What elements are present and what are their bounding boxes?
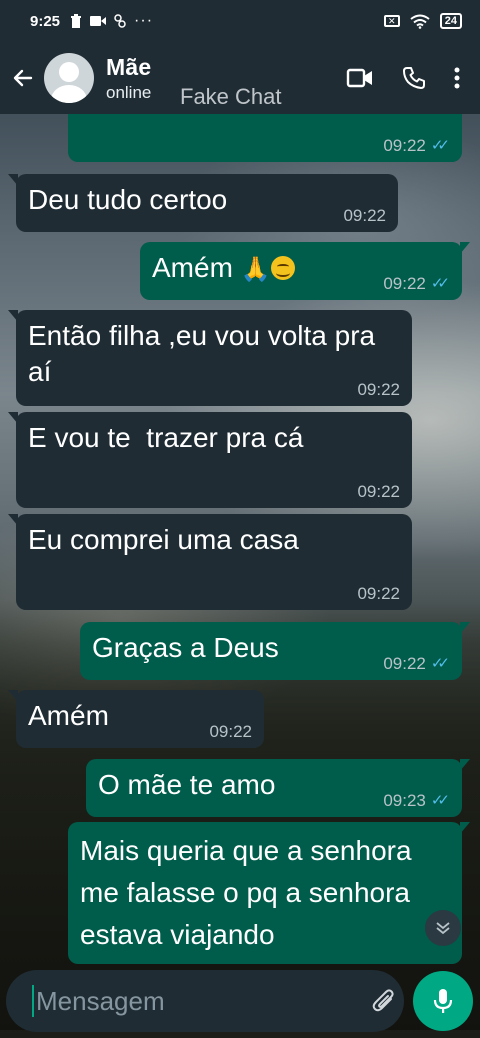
phone-icon[interactable] bbox=[402, 66, 426, 90]
avatar-head-shape bbox=[59, 62, 79, 82]
read-ticks-icon: ✓✓ bbox=[430, 792, 450, 809]
message-time: 09:23 bbox=[383, 791, 426, 810]
message-time: 09:22 bbox=[357, 584, 400, 603]
message-outgoing[interactable]: 09:22 ✓✓ bbox=[68, 114, 470, 162]
message-time: 09:22 bbox=[209, 722, 252, 741]
message-time: 09:22 bbox=[383, 654, 426, 673]
more-notifications-icon: ··· bbox=[134, 12, 154, 29]
status-notification-icons: ··· bbox=[70, 12, 153, 30]
read-ticks-icon: ✓✓ bbox=[430, 655, 450, 672]
video-camera-icon bbox=[90, 16, 107, 26]
message-composer bbox=[6, 970, 440, 1032]
sim-off-icon: ✕ bbox=[383, 15, 400, 27]
message-incoming[interactable]: Amém 09:22 bbox=[8, 690, 264, 748]
back-button[interactable] bbox=[2, 53, 44, 103]
message-text: Deu tudo certoo bbox=[28, 184, 228, 215]
contact-name: Mãe bbox=[106, 53, 152, 80]
paperclip-icon[interactable] bbox=[371, 988, 397, 1014]
microphone-icon bbox=[433, 989, 453, 1013]
message-time: 09:22 bbox=[383, 274, 426, 293]
message-incoming[interactable]: Deu tudo certoo 09:22 bbox=[8, 174, 398, 232]
contact-status: online bbox=[106, 82, 152, 102]
message-time: 09:22 bbox=[383, 136, 426, 155]
message-time: 09:22 bbox=[357, 482, 400, 501]
more-vert-icon[interactable] bbox=[454, 67, 460, 89]
status-bar: 9:25 ··· ✕ 24 bbox=[0, 0, 480, 42]
message-input[interactable] bbox=[32, 985, 371, 1017]
back-arrow-icon bbox=[13, 69, 33, 87]
contact-info[interactable]: Mãe online bbox=[106, 54, 151, 103]
message-outgoing[interactable]: Graças a Deus 09:22 ✓✓ bbox=[80, 622, 470, 680]
message-incoming[interactable]: Então filha ,eu vou volta pra aí 09:22 bbox=[8, 310, 412, 406]
message-outgoing[interactable]: Amém 🙏 09:22 ✓✓ bbox=[140, 242, 470, 300]
status-time: 9:25 bbox=[30, 12, 61, 30]
voice-message-button[interactable] bbox=[413, 971, 473, 1031]
fake-chat-watermark: Fake Chat bbox=[180, 84, 282, 109]
message-text: Eu comprei uma casa bbox=[28, 524, 299, 555]
message-time: 09:22 bbox=[357, 380, 400, 399]
chevron-double-down-icon bbox=[436, 922, 450, 935]
wifi-icon bbox=[410, 14, 430, 29]
message-text: O mãe te amo bbox=[98, 769, 276, 800]
contact-avatar[interactable] bbox=[44, 53, 94, 103]
smiling-face-icon bbox=[270, 256, 295, 280]
message-text: E vou te trazer pra cá bbox=[28, 422, 304, 453]
message-text: Então filha ,eu vou volta pra aí bbox=[28, 320, 376, 387]
message-list[interactable]: 09:22 ✓✓ Deu tudo certoo 09:22 Amém 🙏 09:… bbox=[0, 114, 480, 964]
video-call-icon[interactable] bbox=[346, 67, 374, 89]
message-outgoing[interactable]: O mãe te amo 09:23 ✓✓ bbox=[86, 759, 470, 817]
message-time: 09:22 bbox=[343, 206, 386, 225]
read-ticks-icon: ✓✓ bbox=[430, 275, 450, 292]
praying-hands-icon: 🙏 bbox=[240, 256, 271, 283]
battery-indicator: 24 bbox=[439, 13, 462, 29]
trash-icon bbox=[71, 14, 82, 28]
message-text: Graças a Deus bbox=[92, 632, 279, 663]
message-incoming[interactable]: Eu comprei uma casa 09:22 bbox=[8, 514, 412, 610]
message-text: Amém bbox=[152, 252, 233, 283]
scroll-to-bottom-button[interactable] bbox=[425, 910, 461, 946]
message-text: Mais queria que a senhora me falasse o p… bbox=[80, 835, 412, 950]
avatar-body-shape bbox=[51, 85, 87, 103]
message-text: Amém bbox=[28, 700, 109, 731]
read-ticks-icon: ✓✓ bbox=[430, 137, 450, 154]
app-notification-icon bbox=[114, 14, 126, 28]
message-incoming[interactable]: E vou te trazer pra cá 09:22 bbox=[8, 412, 412, 508]
message-outgoing[interactable]: Mais queria que a senhora me falasse o p… bbox=[68, 822, 470, 964]
